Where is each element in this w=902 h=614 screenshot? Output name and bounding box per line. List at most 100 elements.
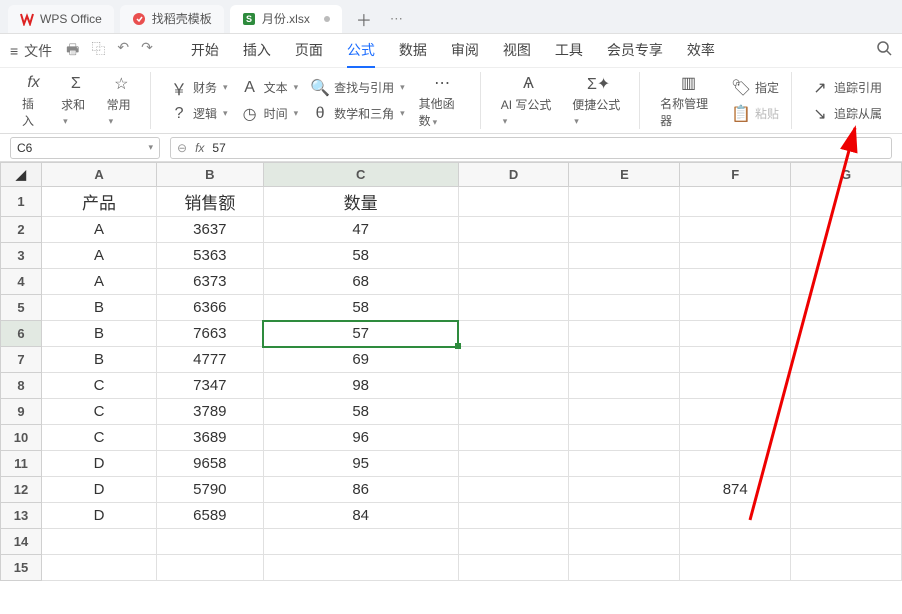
cell[interactable]	[680, 425, 791, 451]
cell[interactable]	[680, 269, 791, 295]
cell[interactable]	[569, 555, 680, 581]
row-header[interactable]: 11	[1, 451, 42, 477]
name-box[interactable]: C6 ▾	[10, 137, 160, 159]
create-names-button[interactable]: 🏷指定	[727, 75, 783, 101]
cell[interactable]	[791, 503, 902, 529]
search-icon[interactable]	[876, 40, 892, 61]
cell[interactable]	[791, 243, 902, 269]
cell[interactable]	[791, 321, 902, 347]
row-header[interactable]: 12	[1, 477, 42, 503]
cell[interactable]: 9658	[156, 451, 263, 477]
redo-icon[interactable]: ↷	[141, 39, 153, 63]
tab-formula[interactable]: 公式	[347, 40, 375, 68]
row-header[interactable]: 6	[1, 321, 42, 347]
cell[interactable]	[458, 269, 569, 295]
tab-overflow-button[interactable]: ⋯	[390, 11, 403, 27]
cell[interactable]	[791, 555, 902, 581]
cell[interactable]	[791, 399, 902, 425]
cell[interactable]: 5790	[156, 477, 263, 503]
cell[interactable]: 产品	[42, 187, 157, 217]
preview-icon[interactable]: ⿻	[91, 39, 105, 63]
cell[interactable]	[458, 503, 569, 529]
cell[interactable]: B	[42, 347, 157, 373]
cell[interactable]	[791, 269, 902, 295]
cell[interactable]: 6589	[156, 503, 263, 529]
row-header[interactable]: 13	[1, 503, 42, 529]
row-header[interactable]: 14	[1, 529, 42, 555]
cell[interactable]: 数量	[263, 187, 458, 217]
cell[interactable]: 5363	[156, 243, 263, 269]
select-all-corner[interactable]: ◢	[1, 163, 42, 187]
cell[interactable]	[680, 503, 791, 529]
cell[interactable]	[680, 243, 791, 269]
cell[interactable]: 4777	[156, 347, 263, 373]
finance-functions-button[interactable]: ￥财务▾	[165, 75, 232, 101]
cell[interactable]: 58	[263, 399, 458, 425]
ai-formula-button[interactable]: Ѧ AI 写公式▾	[495, 72, 563, 129]
row-header[interactable]: 7	[1, 347, 42, 373]
logic-functions-button[interactable]: ?逻辑▾	[165, 101, 232, 127]
tab-tools[interactable]: 工具	[555, 40, 583, 61]
cell[interactable]: C	[42, 399, 157, 425]
col-header-E[interactable]: E	[569, 163, 680, 187]
cell[interactable]	[680, 399, 791, 425]
tab-efficiency[interactable]: 效率	[687, 40, 715, 61]
cell[interactable]	[791, 451, 902, 477]
cell[interactable]	[569, 529, 680, 555]
row-header[interactable]: 9	[1, 399, 42, 425]
cell[interactable]	[458, 451, 569, 477]
cell[interactable]: 3789	[156, 399, 263, 425]
cell[interactable]	[680, 555, 791, 581]
undo-icon[interactable]: ↶	[117, 39, 129, 63]
cell[interactable]	[791, 347, 902, 373]
paste-names-button[interactable]: 📋粘贴	[727, 101, 783, 127]
cell[interactable]	[791, 187, 902, 217]
cell[interactable]: 58	[263, 243, 458, 269]
cell[interactable]	[458, 425, 569, 451]
row-header[interactable]: 15	[1, 555, 42, 581]
cell[interactable]	[680, 347, 791, 373]
cell[interactable]	[156, 529, 263, 555]
cell[interactable]: 98	[263, 373, 458, 399]
cell[interactable]: 7347	[156, 373, 263, 399]
cell[interactable]	[458, 187, 569, 217]
cell[interactable]: 69	[263, 347, 458, 373]
cell[interactable]: 6366	[156, 295, 263, 321]
tab-review[interactable]: 审阅	[451, 40, 479, 61]
spreadsheet-grid[interactable]: ◢ A B C D E F G 1 产品 销售额 数量 2A363747 3A5…	[0, 162, 902, 581]
row-header[interactable]: 2	[1, 217, 42, 243]
row-header[interactable]: 8	[1, 373, 42, 399]
tab-templates[interactable]: 找稻壳模板	[120, 5, 224, 33]
row-header[interactable]: 1	[1, 187, 42, 217]
cell[interactable]	[569, 399, 680, 425]
cell[interactable]	[569, 243, 680, 269]
cell[interactable]: 874	[680, 477, 791, 503]
row-header[interactable]: 5	[1, 295, 42, 321]
cell[interactable]	[458, 243, 569, 269]
cell[interactable]	[680, 529, 791, 555]
tab-member[interactable]: 会员专享	[607, 40, 663, 61]
trace-precedents-button[interactable]: ↗追踪引用	[806, 75, 886, 101]
cell[interactable]	[569, 477, 680, 503]
cell[interactable]	[791, 477, 902, 503]
cell[interactable]	[569, 187, 680, 217]
tab-file[interactable]: S 月份.xlsx	[230, 5, 342, 33]
tab-data[interactable]: 数据	[399, 40, 427, 61]
quick-formula-button[interactable]: Σ✦ 便捷公式▾	[566, 72, 631, 129]
other-functions-button[interactable]: ⋯ 其他函数▾	[413, 71, 472, 131]
cell[interactable]	[458, 321, 569, 347]
cell[interactable]: 58	[263, 295, 458, 321]
fx-icon[interactable]: fx	[195, 141, 204, 155]
cell[interactable]: 86	[263, 477, 458, 503]
cell[interactable]	[263, 529, 458, 555]
col-header-B[interactable]: B	[156, 163, 263, 187]
cell[interactable]: 3689	[156, 425, 263, 451]
cell[interactable]	[569, 295, 680, 321]
cell[interactable]	[680, 321, 791, 347]
text-functions-button[interactable]: A文本▾	[236, 75, 303, 101]
cell[interactable]	[458, 347, 569, 373]
cell[interactable]: 95	[263, 451, 458, 477]
cell[interactable]	[569, 217, 680, 243]
row-header[interactable]: 3	[1, 243, 42, 269]
cell[interactable]: D	[42, 477, 157, 503]
